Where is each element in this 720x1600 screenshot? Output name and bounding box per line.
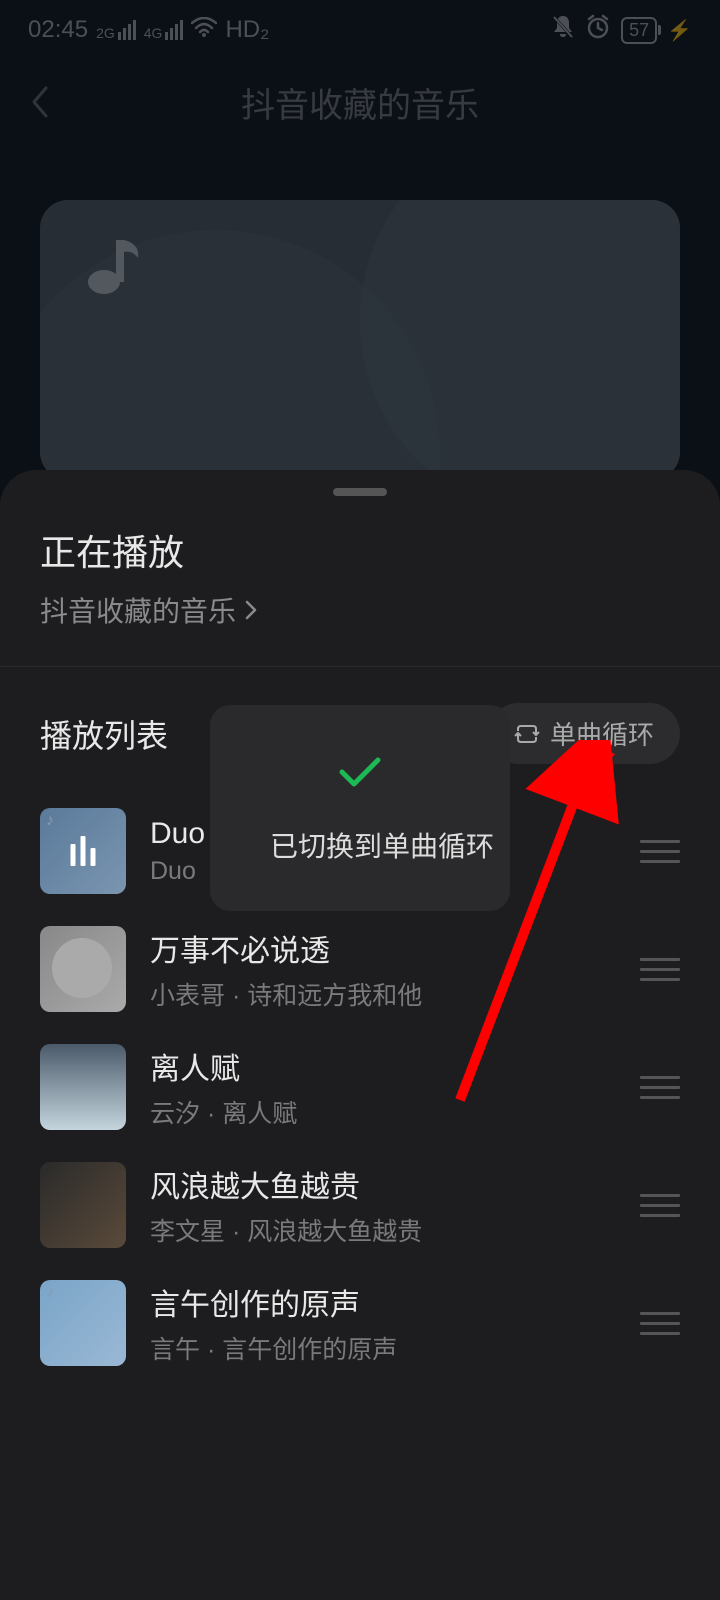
reorder-handle-icon[interactable] (640, 840, 680, 863)
song-row[interactable]: 风浪越大鱼越贵 李文星 · 风浪越大鱼越贵 (0, 1146, 720, 1264)
reorder-handle-icon[interactable] (640, 1312, 680, 1335)
check-icon (270, 751, 450, 801)
playlist-sheet: 正在播放 抖音收藏的音乐 播放列表 单曲循环 ♪ Duo Duo 万事不必说透 … (0, 470, 720, 1600)
song-row[interactable]: 万事不必说透 小表哥 · 诗和远方我和他 (0, 910, 720, 1028)
sheet-drag-handle[interactable] (333, 488, 387, 496)
song-cover (40, 926, 126, 1012)
song-artist: 言午 · 言午创作的原声 (150, 1330, 616, 1366)
playlist-title: 播放列表 (40, 711, 168, 757)
reorder-handle-icon[interactable] (640, 1194, 680, 1217)
playing-indicator-icon (71, 836, 96, 866)
song-title: 言午创作的原声 (150, 1280, 616, 1324)
song-artist: 小表哥 · 诗和远方我和他 (150, 976, 616, 1012)
toast-notification: 已切换到单曲循环 (210, 705, 510, 911)
reorder-handle-icon[interactable] (640, 1076, 680, 1099)
toast-message: 已切换到单曲循环 (270, 825, 450, 865)
now-playing-source[interactable]: 抖音收藏的音乐 (40, 590, 680, 630)
song-cover: ♪ (40, 808, 126, 894)
song-cover: ♪ (40, 1280, 126, 1366)
song-cover (40, 1162, 126, 1248)
loop-mode-button[interactable]: 单曲循环 (488, 703, 680, 764)
song-artist: 李文星 · 风浪越大鱼越贵 (150, 1212, 616, 1248)
now-playing-title: 正在播放 (40, 524, 680, 576)
song-row[interactable]: ♪ 言午创作的原声 言午 · 言午创作的原声 (0, 1264, 720, 1382)
chevron-right-icon (244, 599, 258, 621)
song-artist: 云汐 · 离人赋 (150, 1094, 616, 1130)
song-cover (40, 1044, 126, 1130)
song-title: 万事不必说透 (150, 926, 616, 970)
song-title: 离人赋 (150, 1044, 616, 1088)
song-row[interactable]: 离人赋 云汐 · 离人赋 (0, 1028, 720, 1146)
repeat-icon (514, 723, 540, 745)
reorder-handle-icon[interactable] (640, 958, 680, 981)
song-title: 风浪越大鱼越贵 (150, 1162, 616, 1206)
